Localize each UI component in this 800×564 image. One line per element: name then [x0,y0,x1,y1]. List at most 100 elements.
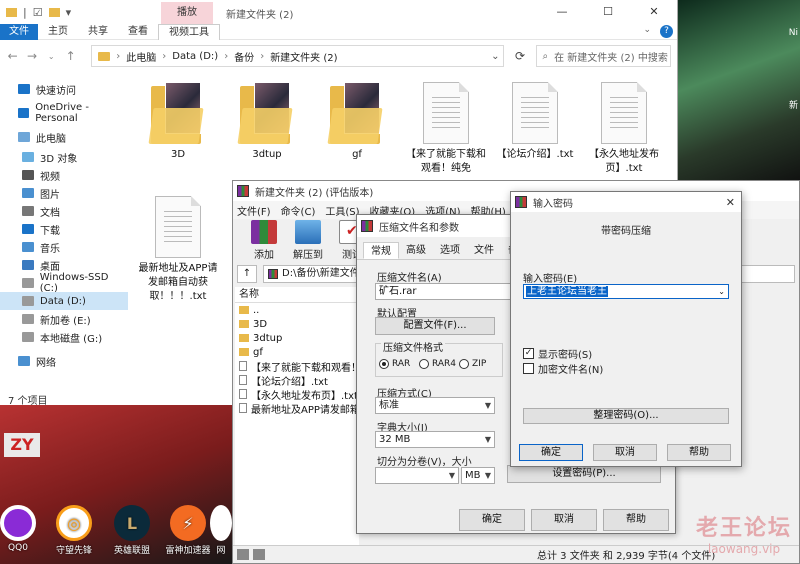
tab-share[interactable]: 共享 [78,24,118,40]
desktop-icon-overwatch[interactable]: ◎ 守望先锋 [46,505,102,556]
drive-icon[interactable] [253,549,265,560]
file-item[interactable]: 【永久地址发布页】.txt [580,82,668,176]
contextual-tab-play[interactable]: 播放 [161,2,213,24]
recent-dropdown-icon[interactable]: ⌄ [45,52,58,61]
list-item[interactable]: .. [235,303,359,317]
new-folder-icon[interactable] [48,7,60,17]
sidebar-item[interactable]: 视频 [0,166,128,184]
refresh-icon[interactable]: ⟳ [510,49,529,63]
desktop-icon-qq[interactable]: QQ0 [0,505,46,553]
sidebar-item[interactable]: 下载 [0,220,128,238]
encrypt-filenames-checkbox[interactable]: 加密文件名(N) [523,361,603,376]
drive-icon [22,332,34,342]
tab-file[interactable]: 文件 [0,23,38,40]
sidebar-item[interactable]: Data (D:) [0,292,128,310]
folder-item[interactable]: gf [313,82,401,162]
method-select[interactable]: 标准 ▼ [375,397,495,414]
organize-passwords-button[interactable]: 整理密码(O)... [523,408,729,424]
folder-item[interactable]: 3D [134,82,222,162]
desktop-icon-lol[interactable]: L 英雄联盟 [104,505,160,556]
tab-options[interactable]: 选项 [433,242,467,259]
list-item[interactable]: 【永久地址发布页】.txt [235,387,359,401]
add-button[interactable]: 添加 [245,220,283,261]
file-item[interactable]: 最新地址及APP请发邮箱自动获取！！！.txt [134,196,222,304]
folder-icon[interactable] [6,7,17,17]
help-button[interactable]: 帮助 [603,509,669,531]
close-button[interactable]: ✕ [631,0,677,24]
split-unit-select[interactable]: MB ▼ [461,467,495,484]
sidebar-item[interactable]: Windows-SSD (C:) [0,272,128,294]
radio-zip[interactable]: ZIP [459,359,486,369]
list-item[interactable]: 最新地址及APP请发邮箱... [235,401,359,415]
sidebar-item[interactable]: 图片 [0,184,128,202]
sidebar-item[interactable]: 快速访问 [0,80,128,98]
dictionary-select[interactable]: 32 MB ▼ [375,431,495,448]
ok-button[interactable]: 确定 [459,509,525,531]
radio-rar4[interactable]: RAR4 [419,359,456,369]
desktop-text: Ni [788,28,798,38]
qat-dropdown-icon[interactable]: ▾ [66,6,72,19]
file-item[interactable]: 【来了就能下载和观看！纯免 [402,82,490,176]
sidebar-item[interactable]: 音乐 [0,238,128,256]
folder-item[interactable]: 3dtup [223,82,311,162]
tab-general[interactable]: 常规 [363,242,399,259]
sidebar-item[interactable]: 此电脑 [0,128,128,146]
sidebar-item[interactable]: 文档 [0,202,128,220]
radio-rar[interactable]: RAR [379,359,410,369]
sidebar-item[interactable]: 本地磁盘 (G:) [0,328,128,346]
close-icon[interactable]: ✕ [726,196,741,209]
list-item[interactable]: 3D [235,317,359,331]
tab-advanced[interactable]: 高级 [399,242,433,259]
extract-to-button[interactable]: 解压到 [289,220,327,261]
list-item[interactable]: 【论坛介绍】.txt [235,373,359,387]
menu-item[interactable]: 文件(F) [237,203,271,218]
tab-files[interactable]: 文件 [467,242,501,259]
chevron-down-icon[interactable]: ⌄ [718,285,725,298]
sidebar-item[interactable]: 新加卷 (E:) [0,310,128,328]
breadcrumb[interactable]: 此电脑 [126,49,156,64]
sidebar-item[interactable]: 3D 对象 [0,148,128,166]
help-icon[interactable]: ? [660,25,673,38]
archive-name-label: 压缩文件名(A) [377,273,442,284]
sidebar-item[interactable]: OneDrive - Personal [0,102,128,124]
chevron-down-icon[interactable]: ⌄ [491,51,503,62]
minimize-button[interactable]: — [539,0,585,24]
cancel-button[interactable]: 取消 [531,509,597,531]
tab-view[interactable]: 查看 [118,24,158,40]
menu-item[interactable]: 工具(S) [325,203,359,218]
sidebar-item[interactable]: 网络 [0,352,128,370]
breadcrumb[interactable]: 备份 [234,49,254,64]
list-item[interactable]: gf [235,345,359,359]
up-arrow-icon[interactable]: ↑ [64,49,77,63]
cancel-button[interactable]: 取消 [593,444,657,461]
tab-home[interactable]: 主页 [38,24,78,40]
key-icon[interactable] [237,549,249,560]
breadcrumb[interactable]: 新建文件夹 (2) [270,49,337,64]
menu-item[interactable]: 命令(C) [281,203,316,218]
search-input[interactable]: ⌕ 在 新建文件夹 (2) 中搜索 [535,45,671,67]
ribbon-expand-icon[interactable]: ⌄ [643,25,651,35]
split-size-select[interactable]: ▼ [375,467,459,484]
ok-button[interactable]: 确定 [519,444,583,461]
file-item[interactable]: 【论坛介绍】.txt [491,82,579,162]
show-password-checkbox[interactable]: ✓ 显示密码(S) [523,346,592,361]
archive-name-field[interactable]: 矿石.rar [375,283,513,300]
set-password-button[interactable]: 设置密码(P)... [507,465,661,483]
list-item[interactable]: 【来了就能下载和观看！... [235,359,359,373]
column-header-name[interactable]: 名称 [235,287,359,303]
list-item[interactable]: 3dtup [235,331,359,345]
up-arrow-icon[interactable]: ↑ [237,265,257,283]
tab-video-tools[interactable]: 视频工具 [158,23,220,40]
properties-icon[interactable]: ☑ [33,6,43,19]
forward-arrow-icon[interactable]: → [25,49,38,63]
folder-icon [148,82,205,144]
password-input[interactable]: 上老王论坛当老王 ⌄ [523,284,729,299]
help-button[interactable]: 帮助 [667,444,731,461]
back-arrow-icon[interactable]: ← [6,49,19,63]
breadcrumb[interactable]: Data (D:) [172,51,218,62]
chevron-down-icon: ▼ [484,471,491,480]
address-field[interactable]: › 此电脑 › Data (D:) › 备份 › 新建文件夹 (2) ⌄ [91,45,505,67]
winrar-file-list: 名称 .. 3D 3dtup gf 【来了就能下载和观看！... 【论坛介绍】.txt 【永… [235,287,359,547]
maximize-button[interactable]: ☐ [585,0,631,24]
config-profile-button[interactable]: 配置文件(F)... [375,317,495,335]
